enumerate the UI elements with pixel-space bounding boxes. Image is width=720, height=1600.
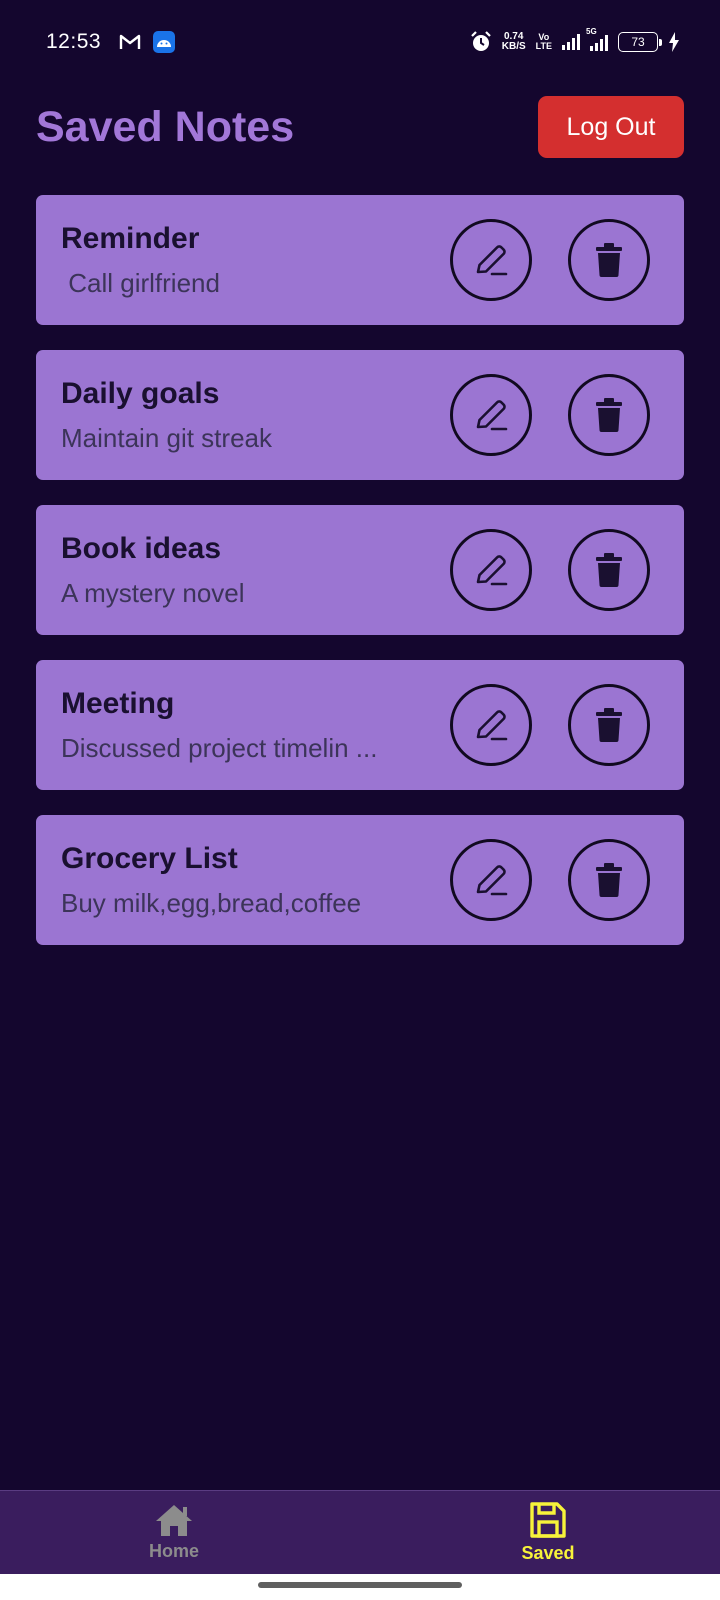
note-actions: [450, 684, 650, 766]
note-actions: [450, 839, 650, 921]
note-body: Buy milk,egg,bread,coffee: [61, 887, 362, 918]
edit-pencil-icon: [476, 245, 508, 276]
android-app-icon: [153, 31, 176, 53]
trash-icon: [596, 708, 622, 742]
note-title: Book ideas: [61, 531, 222, 565]
note-text: Grocery List Buy milk,egg,bread,coffee: [61, 842, 421, 919]
trash-icon: [596, 398, 622, 432]
edit-button[interactable]: [450, 374, 532, 456]
note-title: Reminder: [61, 221, 200, 255]
volte-indicator: Vo LTE: [536, 33, 552, 51]
header: Saved Notes Log Out: [36, 96, 684, 158]
note-text: Reminder Call girlfriend: [61, 222, 421, 299]
note-body: Call girlfriend: [61, 267, 220, 298]
note-actions: [450, 219, 650, 301]
signal-5g-icon: 5G: [586, 27, 608, 51]
note-title: Daily goals: [61, 376, 220, 410]
status-left: 12:53: [46, 30, 176, 54]
nav-label-saved: Saved: [521, 1543, 575, 1563]
gesture-area: [0, 1574, 720, 1600]
note-title: Meeting: [61, 686, 175, 720]
net-speed-unit: KB/S: [501, 41, 526, 52]
note-actions: [450, 374, 650, 456]
home-icon: [156, 1505, 192, 1536]
delete-button[interactable]: [568, 529, 650, 611]
status-right: 0.74 KB/S Vo LTE 5G 73: [470, 27, 680, 53]
edit-button[interactable]: [450, 219, 532, 301]
logout-button[interactable]: Log Out: [538, 96, 684, 158]
page-title: Saved Notes: [36, 102, 295, 151]
status-time: 12:53: [46, 30, 102, 53]
alarm-icon: [470, 31, 491, 51]
battery-icon: 73: [618, 32, 662, 52]
status-bar: 12:53 0.74 KB/S Vo LTE 5G 73: [0, 0, 720, 84]
gmail-icon: [119, 34, 141, 49]
signal-icon: [562, 34, 580, 50]
note-card[interactable]: Meeting Discussed project timelin ...: [36, 660, 684, 790]
gesture-bar[interactable]: [258, 1582, 462, 1588]
note-title: Grocery List: [61, 841, 238, 875]
edit-button[interactable]: [450, 839, 532, 921]
trash-icon: [596, 553, 622, 587]
volte-bottom: LTE: [535, 41, 552, 51]
edit-button[interactable]: [450, 529, 532, 611]
network-5g-label: 5G: [586, 27, 597, 36]
delete-button[interactable]: [568, 219, 650, 301]
note-card[interactable]: Reminder Call girlfriend: [36, 195, 684, 325]
note-body: Discussed project timelin ...: [61, 732, 378, 763]
note-body: Maintain git streak: [61, 422, 272, 453]
note-card[interactable]: Daily goals Maintain git streak: [36, 350, 684, 480]
note-card[interactable]: Grocery List Buy milk,egg,bread,coffee: [36, 815, 684, 945]
network-speed: 0.74 KB/S: [502, 32, 526, 52]
edit-pencil-icon: [476, 555, 508, 586]
note-text: Book ideas A mystery novel: [61, 532, 421, 609]
delete-button[interactable]: [568, 374, 650, 456]
save-floppy-icon: [530, 1502, 566, 1538]
edit-pencil-icon: [476, 710, 508, 741]
nav-item-saved[interactable]: Saved: [498, 1491, 598, 1574]
trash-icon: [596, 243, 622, 277]
delete-button[interactable]: [568, 839, 650, 921]
delete-button[interactable]: [568, 684, 650, 766]
nav-label-home: Home: [148, 1541, 199, 1561]
edit-pencil-icon: [476, 865, 508, 896]
edit-button[interactable]: [450, 684, 532, 766]
note-text: Meeting Discussed project timelin ...: [61, 687, 421, 764]
edit-pencil-icon: [476, 400, 508, 431]
note-actions: [450, 529, 650, 611]
nav-item-home[interactable]: Home: [124, 1491, 224, 1574]
bottom-nav: Home Saved: [0, 1490, 720, 1574]
note-text: Daily goals Maintain git streak: [61, 377, 421, 454]
note-card[interactable]: Book ideas A mystery novel: [36, 505, 684, 635]
notification-icons: [119, 31, 176, 53]
battery-level: 73: [631, 35, 645, 49]
notes-list: Reminder Call girlfriend Daily goals Mai…: [36, 195, 684, 945]
trash-icon: [596, 863, 622, 897]
note-body: A mystery novel: [61, 577, 245, 608]
charging-icon: [669, 32, 679, 52]
